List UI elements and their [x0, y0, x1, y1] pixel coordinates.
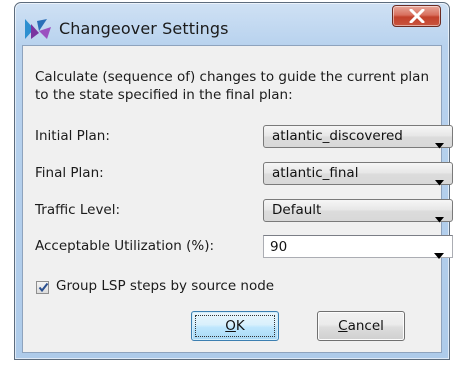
app-logo-icon	[25, 19, 51, 39]
traffic-level-select[interactable]: Default	[263, 199, 453, 223]
acceptable-utilization-label: Acceptable Utilization (%):	[35, 238, 215, 254]
cancel-mnemonic: C	[338, 318, 348, 334]
group-lsp-label[interactable]: Group LSP steps by source node	[56, 278, 274, 294]
traffic-level-value: Default	[272, 202, 322, 218]
description-text: Calculate (sequence of) changes to guide…	[35, 69, 430, 103]
window-title: Changeover Settings	[59, 19, 229, 38]
final-plan-label: Final Plan:	[35, 165, 104, 181]
final-plan-select[interactable]: atlantic_final	[263, 162, 453, 186]
cancel-label-rest: ancel	[347, 318, 384, 334]
chevron-down-icon	[435, 208, 444, 227]
group-lsp-checkbox[interactable]	[36, 281, 49, 294]
initial-plan-value: atlantic_discovered	[272, 128, 403, 144]
chevron-down-icon	[435, 171, 444, 190]
dialog-body: Calculate (sequence of) changes to guide…	[22, 45, 453, 353]
initial-plan-select[interactable]: atlantic_discovered	[263, 125, 453, 149]
initial-plan-label: Initial Plan:	[35, 128, 110, 144]
final-plan-value: atlantic_final	[272, 165, 359, 181]
close-button[interactable]	[392, 5, 441, 27]
focus-ring	[195, 315, 275, 337]
changeover-settings-dialog: Changeover Settings Calculate (sequence …	[14, 2, 453, 360]
cancel-button[interactable]: Cancel	[317, 311, 405, 341]
ok-button[interactable]: OK	[191, 311, 279, 341]
traffic-level-label: Traffic Level:	[35, 202, 121, 218]
acceptable-utilization-combo[interactable]	[263, 235, 453, 259]
acceptable-utilization-input[interactable]	[264, 236, 420, 257]
title-bar[interactable]: Changeover Settings	[15, 3, 449, 45]
chevron-down-icon	[435, 134, 444, 153]
chevron-down-icon[interactable]	[434, 244, 444, 263]
